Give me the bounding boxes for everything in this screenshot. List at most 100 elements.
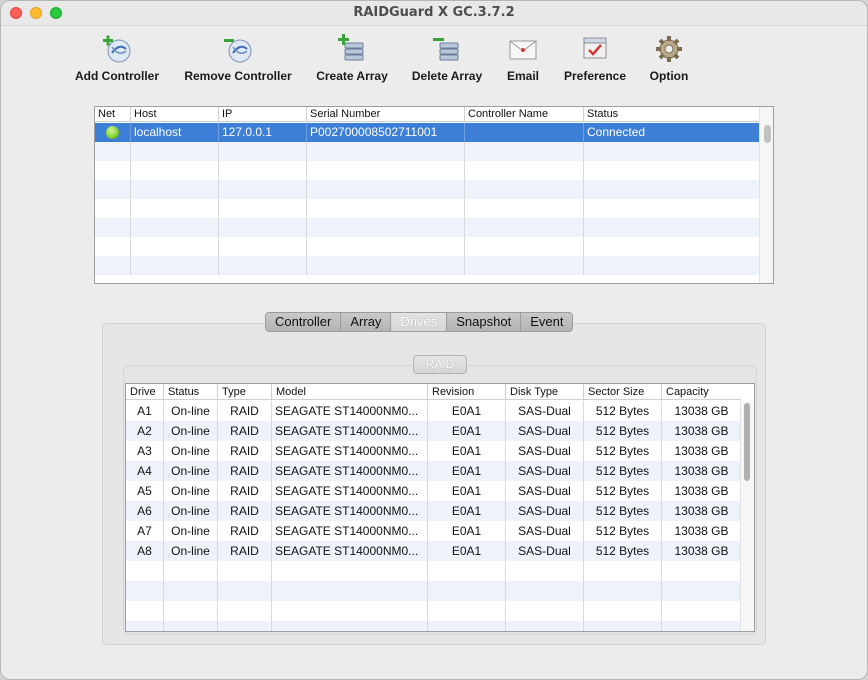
col-drive[interactable]: Drive xyxy=(126,384,163,400)
delete-array-label: Delete Array xyxy=(411,69,483,83)
controller-table-scroll-thumb[interactable] xyxy=(764,125,771,143)
tab-drives[interactable]: Drives xyxy=(391,313,448,331)
empty-cell xyxy=(217,621,271,631)
cell-model: SEAGATE ST14000NM0... xyxy=(271,501,427,521)
empty-cell xyxy=(130,256,218,275)
empty-cell xyxy=(126,581,163,601)
drive-row-empty[interactable] xyxy=(126,621,741,631)
empty-cell xyxy=(218,256,306,275)
drive-row-empty[interactable] xyxy=(126,581,741,601)
controller-table[interactable]: Net Host IP Serial Number Controller Nam… xyxy=(94,106,774,284)
controller-row[interactable]: localhost 127.0.0.1 P002700008502711001 Con… xyxy=(95,123,760,142)
empty-cell xyxy=(163,561,217,581)
cell-model: SEAGATE ST14000NM0... xyxy=(271,421,427,441)
controller-row-empty[interactable] xyxy=(95,199,760,218)
cell-status: On-line xyxy=(163,441,217,461)
col-host[interactable]: Host xyxy=(130,107,218,122)
empty-cell xyxy=(217,561,271,581)
app-window: RAIDGuard X GC.3.7.2 Add Controller Remo… xyxy=(0,0,868,680)
cell-ip: 127.0.0.1 xyxy=(218,123,306,142)
cell-drive: A8 xyxy=(137,544,152,558)
remove-controller-button[interactable]: Remove Controller xyxy=(183,31,293,85)
drives-table[interactable]: Drive Status Type Model Revision Disk Ty… xyxy=(125,383,755,632)
tab-array[interactable]: Array xyxy=(341,313,392,331)
empty-cell xyxy=(306,161,464,180)
empty-cell xyxy=(583,621,661,631)
col-revision[interactable]: Revision xyxy=(427,384,505,400)
controller-row-empty[interactable] xyxy=(95,237,760,256)
empty-cell xyxy=(217,601,271,621)
empty-cell xyxy=(464,256,583,275)
drives-table-scroll-thumb[interactable] xyxy=(744,403,750,481)
controller-row-empty[interactable] xyxy=(95,180,760,199)
col-capacity[interactable]: Capacity xyxy=(661,384,741,400)
empty-cell xyxy=(505,601,583,621)
col-status[interactable]: Status xyxy=(583,107,760,122)
cell-model: SEAGATE ST14000NM0... xyxy=(271,401,427,421)
raid-group-button[interactable]: RAID xyxy=(413,355,467,374)
empty-cell xyxy=(95,237,130,256)
col-net[interactable]: Net xyxy=(95,107,130,122)
cell-sector-size: 512 Bytes xyxy=(583,441,661,461)
controller-row-empty[interactable] xyxy=(95,218,760,237)
cell-revision: E0A1 xyxy=(427,461,505,481)
col-sector-size[interactable]: Sector Size xyxy=(583,384,661,400)
col-disk-type[interactable]: Disk Type xyxy=(505,384,583,400)
cell-revision: E0A1 xyxy=(427,481,505,501)
empty-cell xyxy=(271,621,427,631)
cell-drive: A2 xyxy=(137,424,152,438)
drive-row[interactable]: A4 On-line RAID SEAGATE ST14000NM0... E0A1 SA… xyxy=(126,461,741,481)
tab-event[interactable]: Event xyxy=(521,313,573,331)
empty-cell xyxy=(306,142,464,161)
drive-row[interactable]: A7 On-line RAID SEAGATE ST14000NM0... E0A1 SA… xyxy=(126,521,741,541)
create-array-icon xyxy=(338,34,364,61)
tab-controller[interactable]: Controller xyxy=(266,313,342,331)
add-controller-button[interactable]: Add Controller xyxy=(73,31,161,85)
option-label: Option xyxy=(649,69,689,83)
drive-row[interactable]: A2 On-line RAID SEAGATE ST14000NM0... E0A1 SA… xyxy=(126,421,741,441)
drive-row-empty[interactable] xyxy=(126,601,741,621)
empty-cell xyxy=(464,237,583,256)
empty-cell xyxy=(583,561,661,581)
drive-row[interactable]: A1 On-line RAID SEAGATE ST14000NM0... E0A1 SA… xyxy=(126,401,741,421)
cell-type: RAID xyxy=(217,441,271,461)
empty-cell xyxy=(464,199,583,218)
empty-cell xyxy=(130,180,218,199)
controller-row-empty[interactable] xyxy=(95,256,760,275)
cell-capacity: 13038 GB xyxy=(661,541,741,561)
col-drive-status[interactable]: Status xyxy=(163,384,217,400)
col-type[interactable]: Type xyxy=(217,384,271,400)
cell-type: RAID xyxy=(217,501,271,521)
controller-row-empty[interactable] xyxy=(95,142,760,161)
drive-row[interactable]: A5 On-line RAID SEAGATE ST14000NM0... E0A1 SA… xyxy=(126,481,741,501)
drive-row[interactable]: A8 On-line RAID SEAGATE ST14000NM0... E0A1 SA… xyxy=(126,541,741,561)
empty-cell xyxy=(271,561,427,581)
cell-capacity: 13038 GB xyxy=(661,521,741,541)
drive-row[interactable]: A6 On-line RAID SEAGATE ST14000NM0... E0A1 SA… xyxy=(126,501,741,521)
empty-cell xyxy=(464,218,583,237)
col-model[interactable]: Model xyxy=(271,384,427,400)
cell-sector-size: 512 Bytes xyxy=(583,541,661,561)
cell-revision: E0A1 xyxy=(427,401,505,421)
drive-row[interactable]: A3 On-line RAID SEAGATE ST14000NM0... E0A1 SA… xyxy=(126,441,741,461)
empty-cell xyxy=(464,142,583,161)
net-status-icon xyxy=(95,123,130,142)
window-title: RAIDGuard X GC.3.7.2 xyxy=(353,5,515,20)
empty-cell xyxy=(95,218,130,237)
col-serial-number[interactable]: Serial Number xyxy=(306,107,464,122)
cell-model: SEAGATE ST14000NM0... xyxy=(271,541,427,561)
preference-button[interactable]: Preference xyxy=(561,31,629,85)
controller-row-empty[interactable] xyxy=(95,161,760,180)
cell-drive: A6 xyxy=(137,504,152,518)
email-button[interactable]: Email xyxy=(503,31,543,85)
col-controller-name[interactable]: Controller Name xyxy=(464,107,583,122)
cell-type: RAID xyxy=(217,401,271,421)
empty-cell xyxy=(661,561,741,581)
col-ip[interactable]: IP xyxy=(218,107,306,122)
delete-array-button[interactable]: Delete Array xyxy=(409,31,485,85)
option-button[interactable]: Option xyxy=(647,31,691,85)
empty-cell xyxy=(583,161,760,180)
create-array-button[interactable]: Create Array xyxy=(313,31,391,85)
tab-snapshot[interactable]: Snapshot xyxy=(447,313,522,331)
drive-row-empty[interactable] xyxy=(126,561,741,581)
